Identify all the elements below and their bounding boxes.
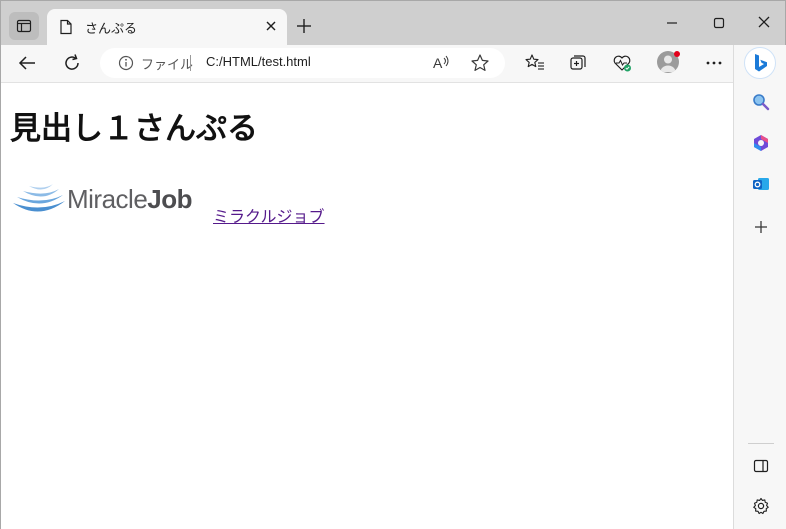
- tab-active[interactable]: さんぷる: [47, 9, 287, 45]
- new-tab-icon[interactable]: [295, 17, 313, 35]
- outlook-icon[interactable]: [752, 175, 770, 193]
- office-icon[interactable]: [752, 134, 770, 152]
- search-icon[interactable]: [752, 93, 770, 111]
- settings-gear-icon[interactable]: [752, 497, 770, 515]
- miraclejob-logo: MiracleJob: [11, 181, 197, 215]
- logo-wordmark: MiracleJob: [67, 184, 193, 215]
- more-options-icon[interactable]: [704, 53, 724, 73]
- tab-title: さんぷる: [85, 21, 138, 36]
- navigation-toolbar: ファイル C:/HTML/test.html A: [1, 45, 733, 83]
- browser-window: さんぷる ファイル C:/HTML/test.html A 見出し１さんぷる M…: [0, 0, 786, 529]
- logo-text-bold: Job: [147, 184, 193, 214]
- page-icon: [60, 19, 72, 35]
- page-heading: 見出し１さんぷる: [10, 111, 258, 147]
- tab-close-icon[interactable]: [265, 20, 277, 32]
- minimize-icon[interactable]: [665, 15, 679, 29]
- add-icon[interactable]: [752, 218, 770, 236]
- browser-essentials-icon[interactable]: [612, 53, 634, 73]
- notification-dot: [674, 51, 680, 57]
- page-content: 見出し１さんぷる MiracleJob ミラクルジョブ: [1, 83, 733, 529]
- window-close-icon[interactable]: [757, 15, 771, 29]
- tab-actions-button[interactable]: [9, 12, 39, 40]
- title-bar: さんぷる: [1, 1, 785, 45]
- address-separator: [190, 55, 191, 71]
- copilot-button[interactable]: [744, 47, 776, 79]
- svg-text:A: A: [433, 55, 443, 71]
- logo-waves-icon: [13, 184, 65, 212]
- address-scheme-label: ファイル: [141, 57, 194, 72]
- tab-actions-icon: [16, 19, 32, 33]
- edge-sidebar: [733, 45, 786, 529]
- favorites-list-icon[interactable]: [524, 53, 546, 73]
- info-icon[interactable]: [118, 55, 134, 71]
- address-url[interactable]: C:/HTML/test.html: [206, 54, 311, 69]
- logo-text-light: Miracle: [67, 184, 148, 214]
- back-arrow-icon[interactable]: [17, 53, 37, 73]
- miraclejob-link[interactable]: ミラクルジョブ: [213, 203, 325, 227]
- refresh-icon[interactable]: [62, 53, 82, 73]
- collections-icon[interactable]: [568, 53, 588, 73]
- sidebar-divider: [748, 443, 774, 444]
- maximize-icon[interactable]: [712, 15, 726, 29]
- address-bar[interactable]: ファイル C:/HTML/test.html A: [100, 48, 505, 78]
- hide-sidebar-icon[interactable]: [752, 457, 770, 475]
- read-aloud-icon[interactable]: A: [432, 54, 452, 72]
- favorite-star-icon[interactable]: [470, 53, 490, 73]
- bing-icon: [755, 54, 767, 72]
